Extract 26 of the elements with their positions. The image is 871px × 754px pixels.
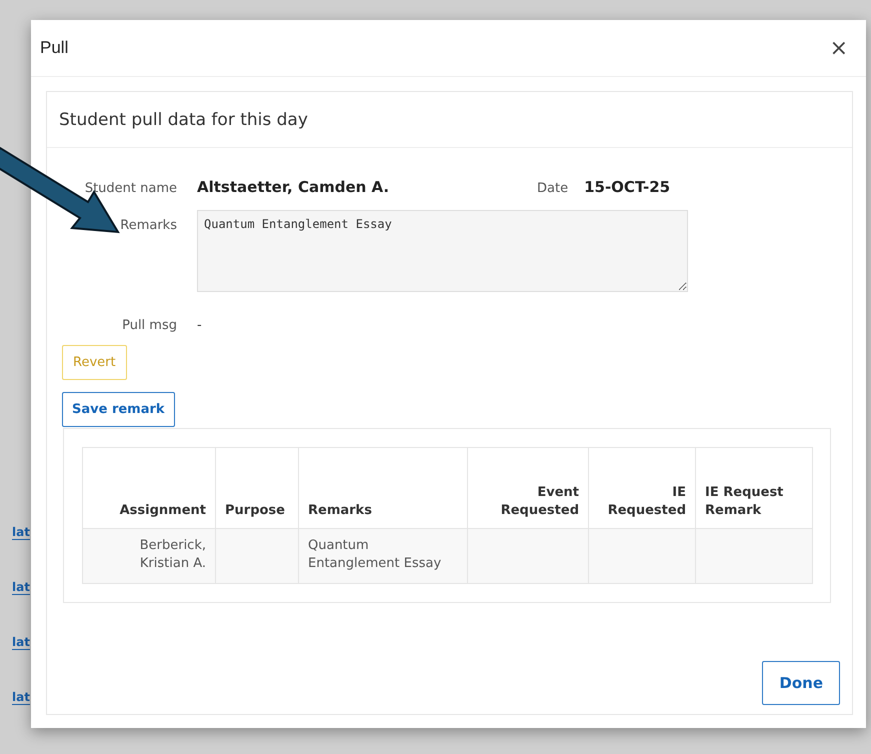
- background-link[interactable]: lat: [12, 635, 30, 650]
- table-cell: Quantum Entanglement Essay: [298, 528, 468, 584]
- close-button[interactable]: ×: [826, 36, 852, 60]
- student-name: Altstaetter, Camden A.: [197, 178, 390, 196]
- done-button[interactable]: Done: [762, 661, 840, 705]
- column-header: IE Requested: [588, 448, 696, 528]
- save-remark-button[interactable]: Save remark: [62, 392, 175, 427]
- field-label: Student name: [84, 181, 177, 196]
- background-link[interactable]: lat: [12, 580, 30, 595]
- panel-title: Student pull data for this day: [59, 110, 308, 130]
- field-label: Remarks: [119, 218, 177, 233]
- date-value: 15-OCT-25: [584, 178, 670, 196]
- table-cell: Berberick, Kristian A.: [82, 528, 216, 584]
- revert-button[interactable]: Revert: [62, 345, 127, 380]
- dialog-title: Pull: [40, 38, 68, 58]
- column-header: Event Requested: [468, 448, 588, 528]
- field-label: Pull msg: [121, 318, 177, 333]
- remarks-field[interactable]: Quantum Entanglement Essay: [197, 210, 688, 292]
- column-header: Remarks: [298, 448, 468, 528]
- background-link[interactable]: lat: [12, 690, 30, 705]
- background-link[interactable]: lat: [12, 525, 30, 540]
- field-label: Date: [537, 181, 568, 196]
- pull-message: -: [197, 318, 202, 333]
- column-header: Assignment: [82, 448, 216, 528]
- column-header: IE Request Remark: [696, 448, 812, 528]
- column-header: Purpose: [216, 448, 298, 528]
